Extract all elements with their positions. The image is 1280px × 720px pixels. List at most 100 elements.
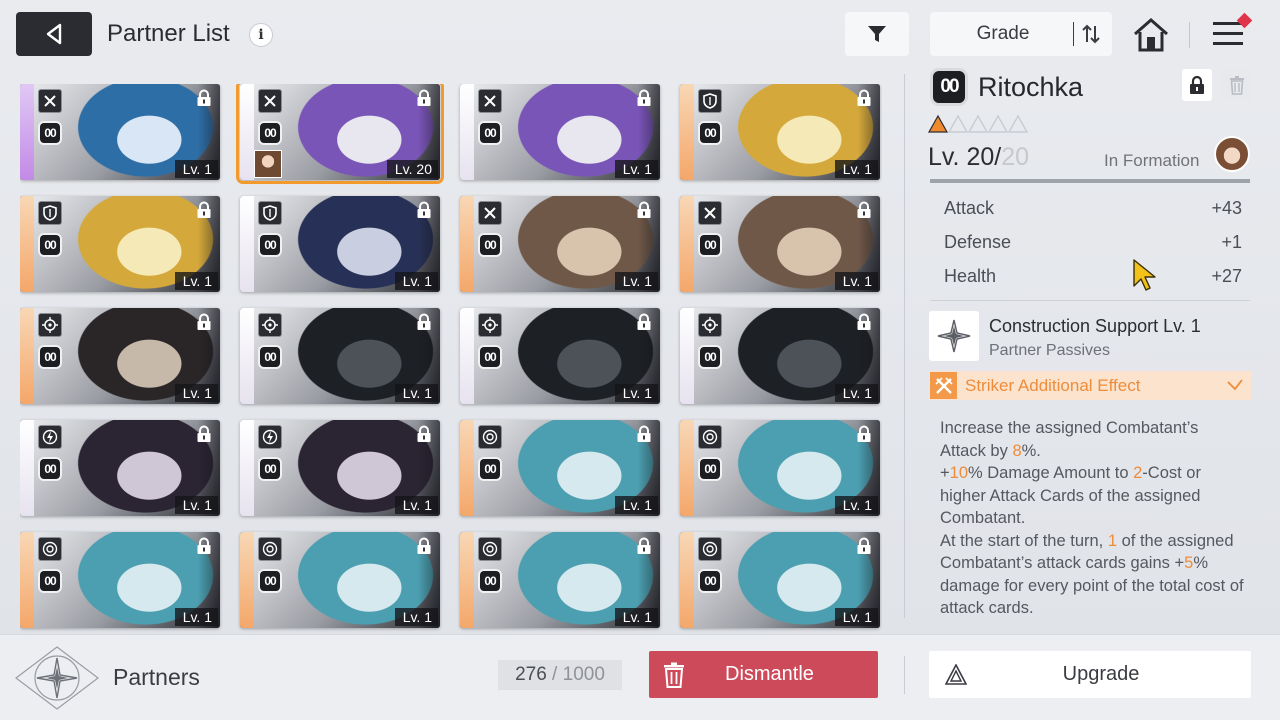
highlight-value: 5 <box>1184 554 1194 572</box>
partner-card[interactable]: 00 Lv. 1 <box>460 196 660 292</box>
info-icon[interactable]: i <box>249 23 273 47</box>
partner-card[interactable]: 00 Lv. 1 <box>680 308 880 404</box>
partner-card[interactable]: 00 Lv. 1 <box>20 420 220 516</box>
striker-class-icon <box>478 89 502 113</box>
star-empty <box>947 114 969 133</box>
passive-skill-icon[interactable] <box>929 311 979 361</box>
footer-title: Partners <box>113 664 200 690</box>
footer-divider <box>904 656 905 694</box>
lock-icon[interactable] <box>636 313 652 331</box>
partner-card[interactable]: 00 Lv. 1 <box>680 196 880 292</box>
partner-name: Ritochka <box>978 72 1084 102</box>
rarity-strip <box>240 84 254 180</box>
lock-icon[interactable] <box>416 425 432 443</box>
lock-icon[interactable] <box>416 89 432 107</box>
delete-button[interactable] <box>1222 69 1252 101</box>
partner-card[interactable]: 00 Lv. 1 <box>20 84 220 180</box>
card-level: Lv. 1 <box>834 160 878 178</box>
partner-card[interactable]: 00 Lv. 1 <box>460 308 660 404</box>
striker-class-icon <box>38 89 62 113</box>
lock-icon[interactable] <box>196 89 212 107</box>
partner-card[interactable]: 00 Lv. 1 <box>680 532 880 628</box>
formation-avatar[interactable] <box>1214 136 1250 172</box>
rarity-strip <box>680 84 694 180</box>
home-icon[interactable] <box>1132 16 1170 54</box>
highlight-value: 10 <box>949 464 968 482</box>
card-level: Lv. 1 <box>614 608 658 626</box>
sort-order-icon[interactable] <box>1080 23 1102 45</box>
partner-card[interactable]: 00 Lv. 1 <box>20 308 220 404</box>
lock-icon[interactable] <box>856 89 872 107</box>
vanguard-class-icon <box>38 201 62 225</box>
cost-badge: 00 <box>478 345 502 369</box>
striker-effect-toggle[interactable]: Striker Additional Effect <box>929 371 1251 400</box>
dismantle-button[interactable]: Dismantle <box>649 651 878 698</box>
in-formation-label: In Formation <box>1104 151 1200 170</box>
sort-button[interactable]: Grade <box>930 12 1112 56</box>
partner-card[interactable]: 00 Lv. 1 <box>20 196 220 292</box>
lock-icon[interactable] <box>196 201 212 219</box>
psionic-class-icon <box>698 537 722 561</box>
partner-card[interactable]: 00 Lv. 1 <box>680 84 880 180</box>
lock-icon[interactable] <box>636 201 652 219</box>
cost-badge: 00 <box>38 457 62 481</box>
card-level: Lv. 1 <box>394 384 438 402</box>
lock-icon[interactable] <box>856 201 872 219</box>
partner-card[interactable]: 00 Lv. 1 <box>680 420 880 516</box>
partner-card[interactable]: 00 Lv. 1 <box>240 532 440 628</box>
cost-badge: 00 <box>258 345 282 369</box>
lock-icon[interactable] <box>856 313 872 331</box>
cost-badge: 00 <box>478 121 502 145</box>
rarity-strip <box>680 532 694 628</box>
ranger-class-icon <box>38 313 62 337</box>
lock-icon[interactable] <box>416 201 432 219</box>
partner-card[interactable]: 00 Lv. 1 <box>240 420 440 516</box>
partner-card[interactable]: 00 Lv. 1 <box>460 532 660 628</box>
card-level: Lv. 1 <box>614 272 658 290</box>
highlight-value: 1 <box>1107 531 1118 550</box>
striker-class-icon <box>698 201 722 225</box>
lock-icon[interactable] <box>196 537 212 555</box>
stat-attack: Attack +43 <box>944 198 1242 222</box>
rarity-strip <box>240 532 254 628</box>
card-level: Lv. 1 <box>174 496 218 514</box>
lock-icon[interactable] <box>856 425 872 443</box>
partner-card[interactable]: 00 Lv. 1 <box>460 84 660 180</box>
psionic-class-icon <box>38 537 62 561</box>
card-level: Lv. 1 <box>174 384 218 402</box>
lock-icon[interactable] <box>636 537 652 555</box>
cost-badge: 00 <box>258 121 282 145</box>
partner-card[interactable]: 00 Lv. 1 <box>460 420 660 516</box>
partner-card[interactable]: 00 Lv. 1 <box>240 196 440 292</box>
striker-class-icon <box>258 89 282 113</box>
lock-icon[interactable] <box>196 425 212 443</box>
lock-icon[interactable] <box>416 313 432 331</box>
filter-button[interactable] <box>845 12 909 56</box>
cost-badge: 00 <box>478 233 502 257</box>
lock-icon[interactable] <box>636 89 652 107</box>
rarity-strip <box>680 196 694 292</box>
vanguard-class-icon <box>258 201 282 225</box>
passive-name: Construction Support Lv. 1 <box>989 316 1201 336</box>
partner-card[interactable]: 00 Lv. 1 <box>20 532 220 628</box>
card-level: Lv. 1 <box>614 384 658 402</box>
star-empty <box>967 114 989 133</box>
cost-badge: 00 <box>38 121 62 145</box>
lock-icon[interactable] <box>636 425 652 443</box>
lock-icon[interactable] <box>196 313 212 331</box>
lock-icon[interactable] <box>416 537 432 555</box>
compass-star-icon <box>937 319 971 353</box>
ranger-class-icon <box>478 313 502 337</box>
cost-badge: 00 <box>258 233 282 257</box>
psionic-class-icon <box>258 537 282 561</box>
lock-button[interactable] <box>1182 69 1212 101</box>
lock-icon[interactable] <box>856 537 872 555</box>
stat-health: Health +27 <box>944 266 1242 290</box>
page-title: Partner List <box>107 20 230 47</box>
back-button[interactable] <box>16 12 92 56</box>
stat-value: +43 <box>1211 198 1242 218</box>
partner-card[interactable]: 00 Lv. 1 <box>240 308 440 404</box>
partner-card[interactable]: 00 Lv. 20 <box>236 84 444 184</box>
upgrade-button[interactable]: Upgrade <box>929 651 1251 698</box>
trash-icon <box>664 662 684 688</box>
